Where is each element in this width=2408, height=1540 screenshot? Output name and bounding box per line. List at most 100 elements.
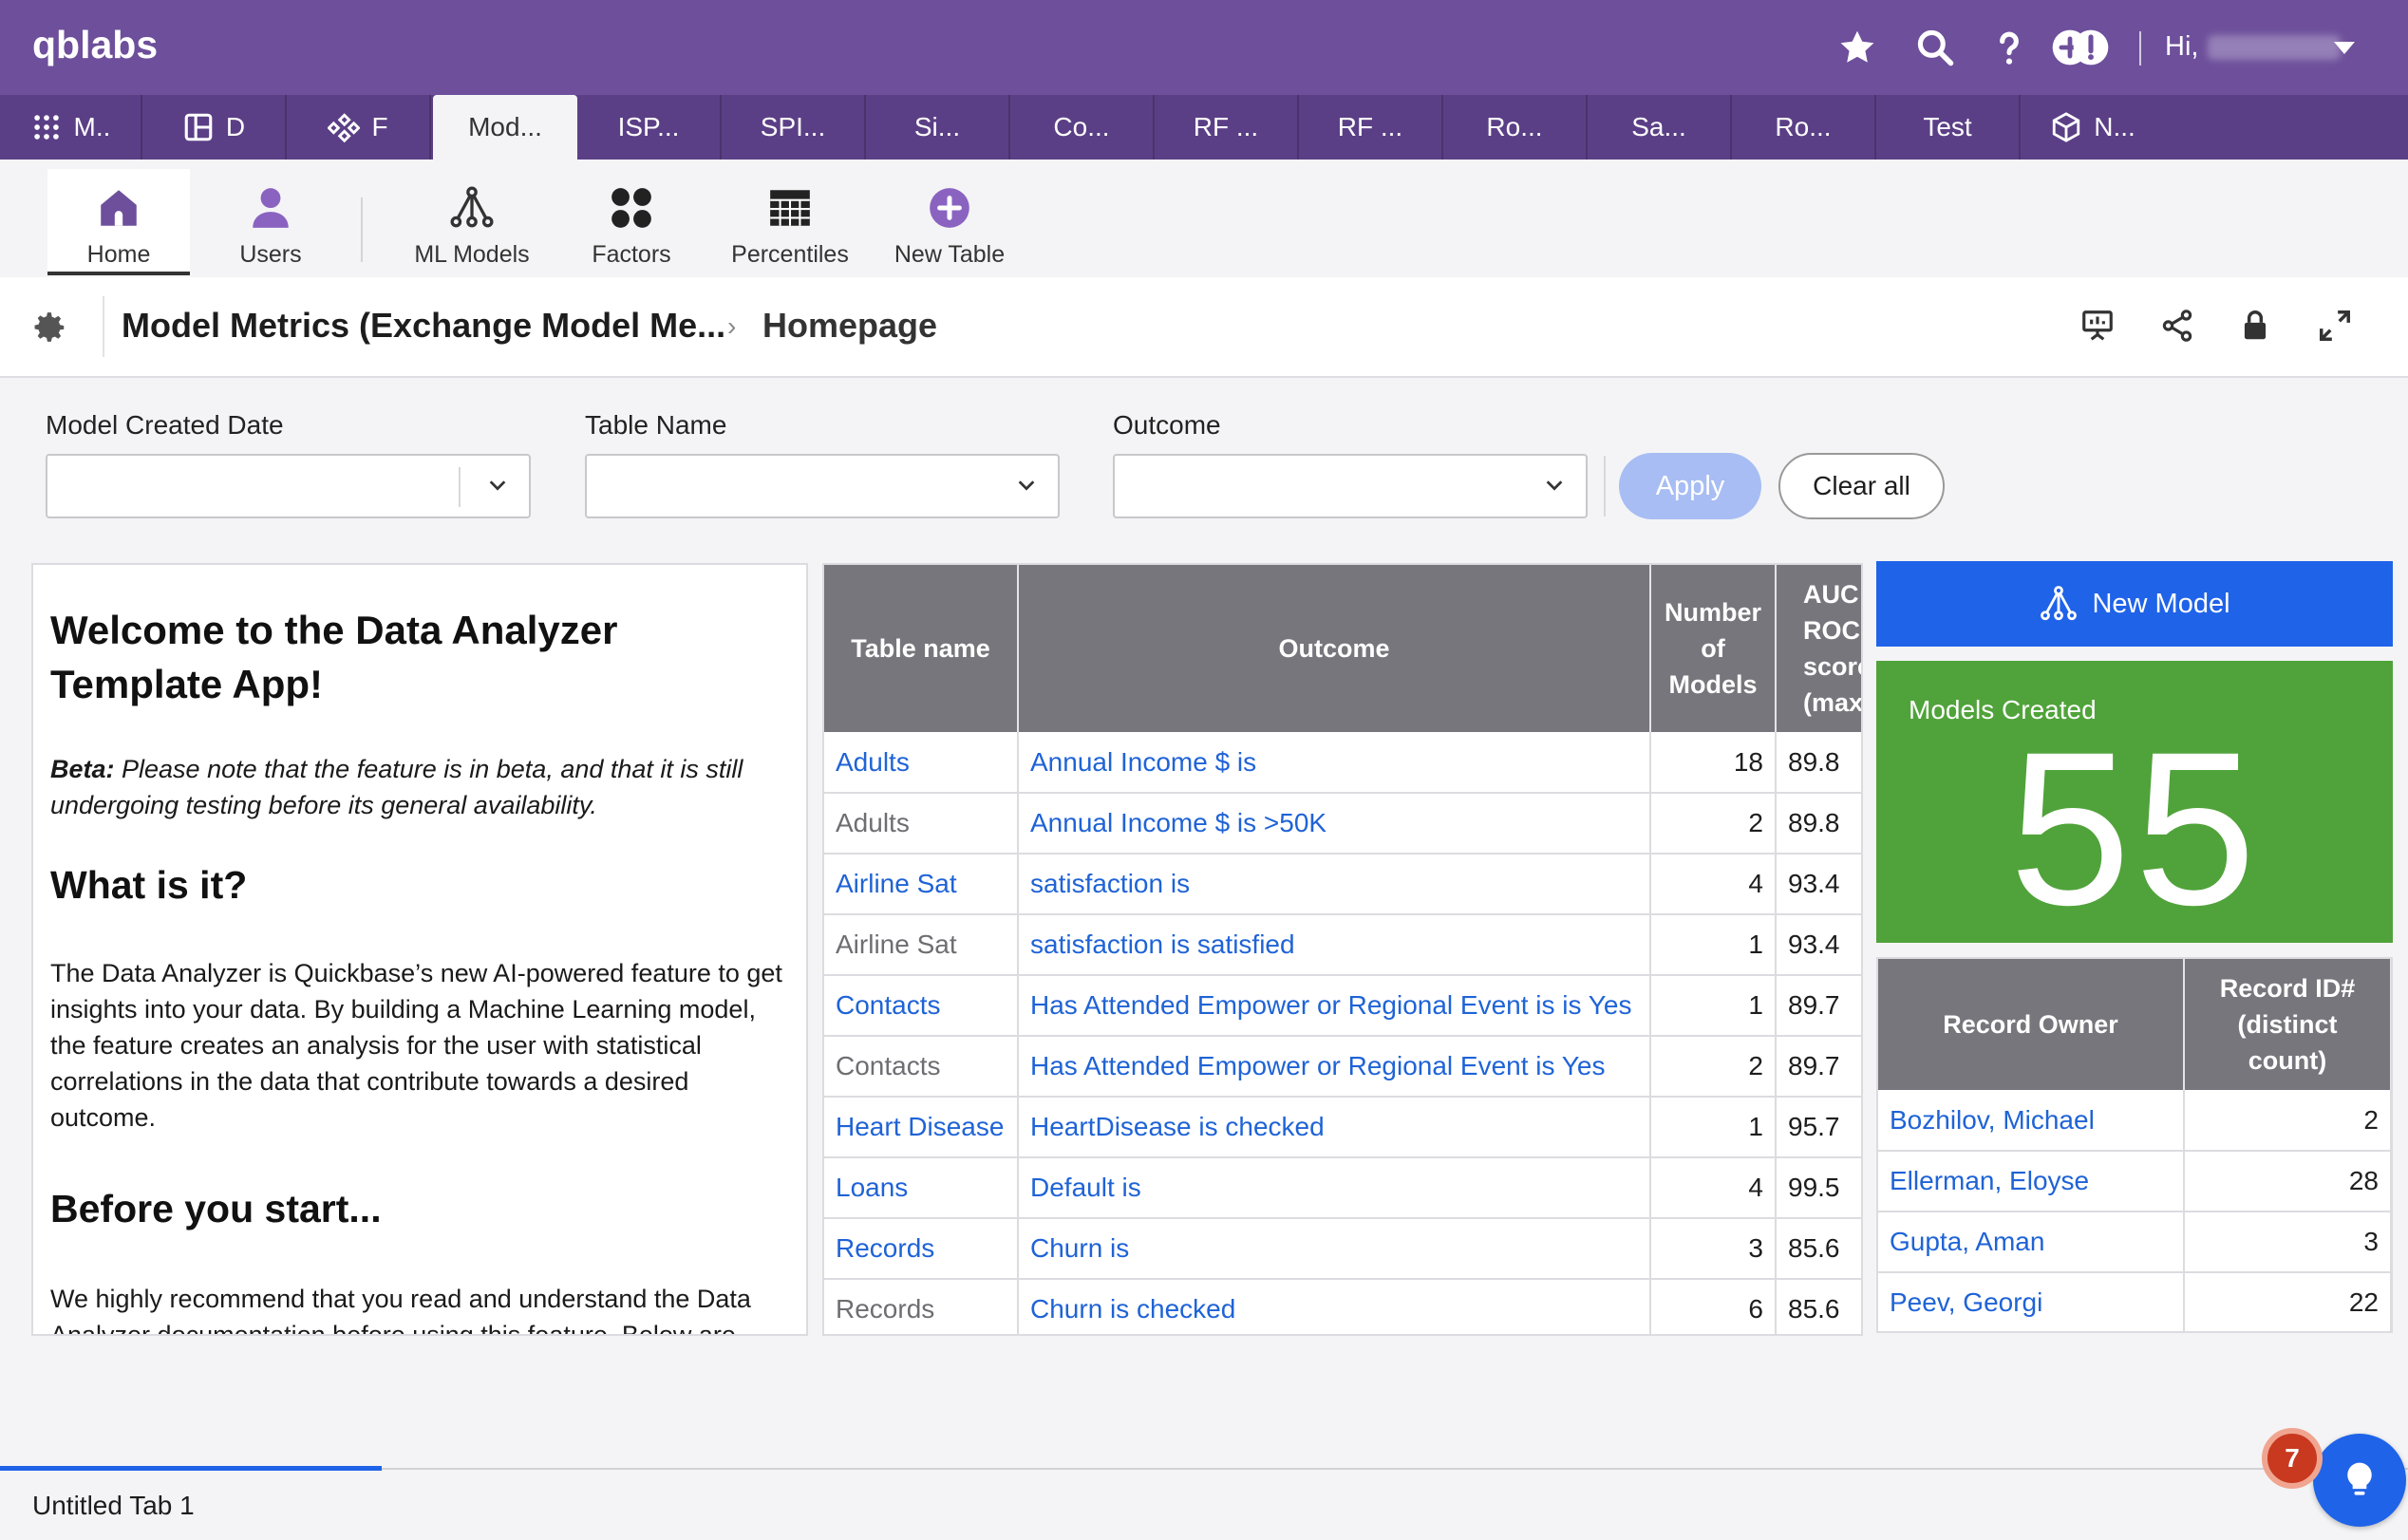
- ml-model-icon: [2041, 586, 2078, 621]
- table-name-cell[interactable]: Contacts: [824, 975, 1019, 1037]
- alert-icon[interactable]: [2066, 23, 2116, 72]
- user-menu[interactable]: Hi,: [2165, 31, 2342, 63]
- table-name-cell[interactable]: Heart Disease: [824, 1097, 1019, 1158]
- breadcrumb-divider: [103, 296, 104, 357]
- tab-dashboard[interactable]: D: [142, 95, 287, 160]
- header-record-id-count[interactable]: Record ID# (distinct count): [2184, 959, 2391, 1090]
- outcome-cell[interactable]: satisfaction is satisfied: [1018, 914, 1651, 976]
- nav-label: ML Models: [414, 241, 530, 268]
- header-outcome[interactable]: Outcome: [1018, 565, 1651, 732]
- table-row[interactable]: Heart Disease HeartDisease is checked 1 …: [824, 1097, 1861, 1158]
- tab-spi[interactable]: SPI...: [722, 95, 866, 160]
- tab-untitled-1[interactable]: Untitled Tab 1: [32, 1491, 195, 1521]
- table-row[interactable]: Adults Annual Income $ is 18 89.8: [824, 732, 1861, 794]
- search-icon[interactable]: [1910, 23, 1960, 72]
- models-created-kpi[interactable]: Models Created 55: [1876, 661, 2393, 948]
- tab-rf-2[interactable]: RF ...: [1299, 95, 1443, 160]
- tab-sa[interactable]: Sa...: [1588, 95, 1732, 160]
- help-icon[interactable]: [1985, 23, 2034, 72]
- expand-icon[interactable]: [2313, 304, 2357, 347]
- header-record-owner[interactable]: Record Owner: [1878, 959, 2185, 1090]
- tab-ro-2[interactable]: Ro...: [1732, 95, 1876, 160]
- outcome-cell[interactable]: Annual Income $ is: [1018, 732, 1651, 794]
- chevron-down-icon[interactable]: [2334, 42, 2355, 54]
- tab-pipelines[interactable]: F: [287, 95, 431, 160]
- chevron-down-icon: [1546, 480, 1563, 491]
- tab-co[interactable]: Co...: [1010, 95, 1155, 160]
- table-row[interactable]: Contacts Has Attended Empower or Regiona…: [824, 975, 1861, 1037]
- table-name-cell[interactable]: Records: [824, 1218, 1019, 1280]
- outcome-cell[interactable]: Churn is: [1018, 1218, 1651, 1280]
- outcome-cell[interactable]: Annual Income $ is >50K: [1018, 793, 1651, 855]
- tab-n[interactable]: N...: [2021, 95, 2165, 160]
- table-row[interactable]: Loans Default is 4 99.5: [824, 1157, 1861, 1219]
- table-row[interactable]: Airline Sat satisfaction is 4 93.4: [824, 854, 1861, 915]
- header-table-name[interactable]: Table name: [824, 565, 1019, 732]
- model-created-date-select[interactable]: [46, 454, 531, 518]
- outcome-cell[interactable]: Has Attended Empower or Regional Event i…: [1018, 1036, 1651, 1098]
- share-icon[interactable]: [2155, 304, 2199, 347]
- nav-home[interactable]: Home: [47, 169, 190, 275]
- table-row[interactable]: Records Churn is checked 6 85.6: [824, 1279, 1861, 1334]
- app-logo[interactable]: qblabs: [32, 23, 158, 67]
- outcome-cell[interactable]: Default is: [1018, 1157, 1651, 1219]
- table-row[interactable]: Contacts Has Attended Empower or Regiona…: [824, 1036, 1861, 1098]
- table-row[interactable]: Ellerman, Eloyse 28: [1878, 1151, 2391, 1212]
- nav-label: Users: [239, 241, 302, 268]
- breadcrumb-app[interactable]: Model Metrics (Exchange Model Me...: [122, 306, 725, 346]
- nav-factors[interactable]: Factors: [560, 169, 703, 275]
- outcome-select[interactable]: [1113, 454, 1588, 518]
- gear-icon[interactable]: [32, 310, 68, 346]
- table-row[interactable]: Records Churn is 3 85.6: [824, 1218, 1861, 1280]
- model-count-cell: 4: [1650, 854, 1777, 915]
- nav-new-table[interactable]: New Table: [878, 169, 1021, 275]
- presentation-icon[interactable]: [2076, 304, 2119, 347]
- beta-label: Beta:: [50, 755, 115, 783]
- star-icon[interactable]: [1833, 23, 1882, 72]
- table-row[interactable]: Peev, Georgi 22: [1878, 1272, 2391, 1331]
- pipeline-icon: [328, 113, 361, 143]
- tab-si[interactable]: Si...: [866, 95, 1010, 160]
- owner-cell[interactable]: Gupta, Aman: [1878, 1211, 2185, 1273]
- what-text: The Data Analyzer is Quickbase’s new AI-…: [50, 959, 782, 1132]
- owner-cell[interactable]: Bozhilov, Michael: [1878, 1090, 2185, 1152]
- table-name-select[interactable]: [585, 454, 1060, 518]
- tab-label: D: [225, 112, 246, 141]
- ml-model-icon: [450, 186, 494, 228]
- help-button[interactable]: [2313, 1434, 2406, 1527]
- table-row[interactable]: Airline Sat satisfaction is satisfied 1 …: [824, 914, 1861, 976]
- tab-test[interactable]: Test: [1876, 95, 2021, 160]
- nav-percentiles[interactable]: Percentiles: [722, 169, 858, 275]
- nav-ml-models[interactable]: ML Models: [399, 169, 545, 275]
- tab-label: Sa...: [1631, 112, 1686, 141]
- filter-divider: [1604, 456, 1606, 516]
- clear-all-button[interactable]: Clear all: [1778, 453, 1945, 519]
- new-model-button[interactable]: New Model: [1876, 561, 2393, 647]
- outcome-cell[interactable]: Churn is checked: [1018, 1279, 1651, 1334]
- header-number-of-models[interactable]: Number of Models: [1650, 565, 1777, 732]
- tab-apps[interactable]: M..: [0, 95, 142, 160]
- table-row[interactable]: Adults Annual Income $ is >50K 2 89.8: [824, 793, 1861, 855]
- tab-model-metrics[interactable]: Mod...: [433, 95, 577, 160]
- tab-isp[interactable]: ISP...: [577, 95, 722, 160]
- owner-cell[interactable]: Peev, Georgi: [1878, 1272, 2185, 1331]
- owner-cell[interactable]: Ellerman, Eloyse: [1878, 1151, 2185, 1212]
- tab-ro-1[interactable]: Ro...: [1443, 95, 1588, 160]
- auc-cell: 93.4: [1776, 914, 1861, 976]
- outcome-cell[interactable]: satisfaction is: [1018, 854, 1651, 915]
- outcome-cell[interactable]: HeartDisease is checked: [1018, 1097, 1651, 1158]
- table-row[interactable]: Bozhilov, Michael 2: [1878, 1090, 2391, 1152]
- tab-rf-1[interactable]: RF ...: [1155, 95, 1299, 160]
- tab-label: RF ...: [1337, 112, 1403, 141]
- user-icon: [253, 188, 289, 228]
- nav-users[interactable]: Users: [199, 169, 342, 275]
- table-name-cell[interactable]: Loans: [824, 1157, 1019, 1219]
- table-row[interactable]: Gupta, Aman 3: [1878, 1211, 2391, 1273]
- lock-icon[interactable]: [2233, 304, 2277, 347]
- apply-button[interactable]: Apply: [1619, 453, 1761, 519]
- auc-cell: 95.7: [1776, 1097, 1861, 1158]
- outcome-cell[interactable]: Has Attended Empower or Regional Event i…: [1018, 975, 1651, 1037]
- table-name-cell[interactable]: Airline Sat: [824, 854, 1019, 915]
- table-name-cell[interactable]: Adults: [824, 732, 1019, 794]
- header-auc-roc[interactable]: AUC ROC score (max: [1776, 565, 1861, 732]
